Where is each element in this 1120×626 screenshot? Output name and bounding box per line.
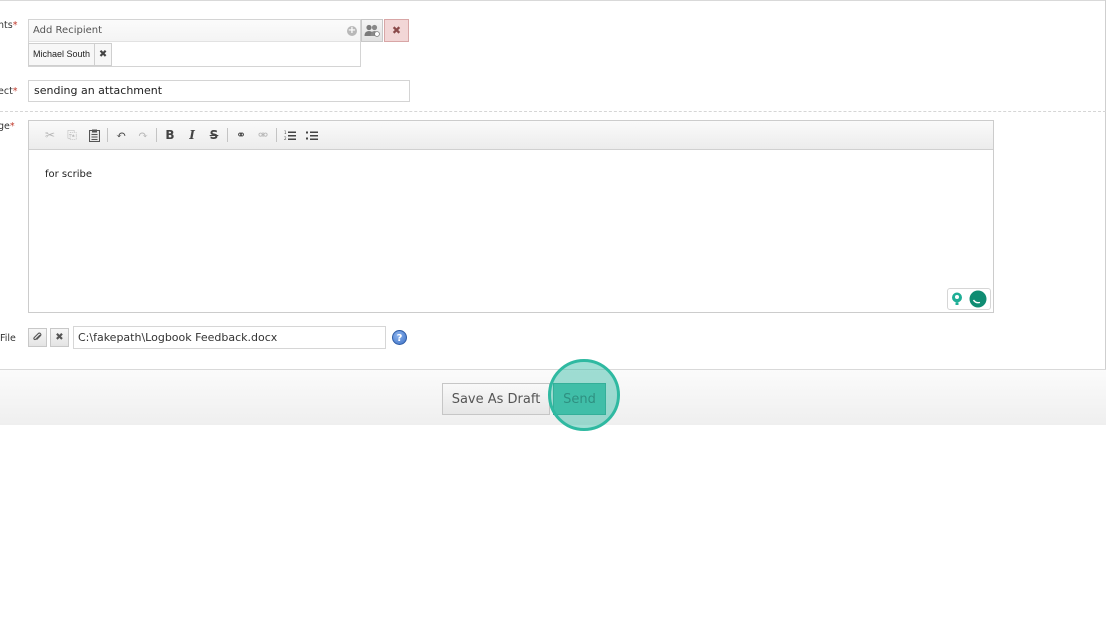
remove-file-button[interactable]: ✖ [50,328,69,347]
paperclip-icon [33,332,42,341]
section-divider [0,111,1106,112]
subject-label: ect* [0,86,18,97]
unlink-icon[interactable]: ⚮ [254,126,272,144]
link-icon[interactable]: ⚭ [232,126,250,144]
message-body[interactable]: for scribe [45,169,92,180]
recipient-chip: Michael South ✖ [28,43,113,66]
address-book-button[interactable] [361,19,383,42]
add-recipient-placeholder: Add Recipient [33,25,103,36]
copy-icon[interactable]: ⎘ [63,126,81,144]
file-path-field[interactable]: C:\fakepath\Logbook Feedback.docx [73,326,386,349]
subject-input[interactable]: sending an attachment [28,80,410,102]
message-editor[interactable]: ✂ ⎘ ↶ ↷ B I S ⚭ ⚮ 12 for scribe [28,120,994,313]
clear-recipients-button[interactable]: ✖ [384,19,409,42]
cut-icon[interactable]: ✂ [41,126,59,144]
toolbar-separator [107,128,108,142]
svg-text:2: 2 [284,136,287,141]
paste-icon[interactable] [85,126,103,144]
file-label: File [0,333,16,344]
bulleted-list-icon[interactable] [303,126,321,144]
toolbar-separator [227,128,228,142]
remove-recipient-icon[interactable]: ✖ [94,44,111,65]
strike-icon[interactable]: S [205,126,223,144]
lightbulb-icon[interactable] [951,292,963,306]
grammar-widget[interactable] [947,288,991,310]
recipients-label: nts* [0,20,18,31]
toolbar-separator [156,128,157,142]
redo-icon[interactable]: ↷ [134,126,152,144]
recipient-chip-name: Michael South [33,49,91,59]
numbered-list-icon[interactable]: 12 [281,126,299,144]
add-recipient-input[interactable]: Add Recipient + [29,20,360,42]
add-recipient-plus-icon[interactable]: + [347,26,357,36]
click-highlight-circle [548,359,620,431]
editor-toolbar: ✂ ⎘ ↶ ↷ B I S ⚭ ⚮ 12 [29,121,993,150]
attach-file-button[interactable] [28,328,47,347]
bold-icon[interactable]: B [161,126,179,144]
contacts-group-icon [364,24,380,37]
undo-icon[interactable]: ↶ [112,126,130,144]
help-icon[interactable]: ? [392,330,407,345]
message-label: ge* [0,121,15,132]
svg-text:1: 1 [284,130,287,135]
toolbar-separator [276,128,277,142]
assistant-logo-icon[interactable] [969,290,987,308]
italic-icon[interactable]: I [183,126,201,144]
save-as-draft-button[interactable]: Save As Draft [442,383,550,415]
close-icon: ✖ [55,332,64,343]
